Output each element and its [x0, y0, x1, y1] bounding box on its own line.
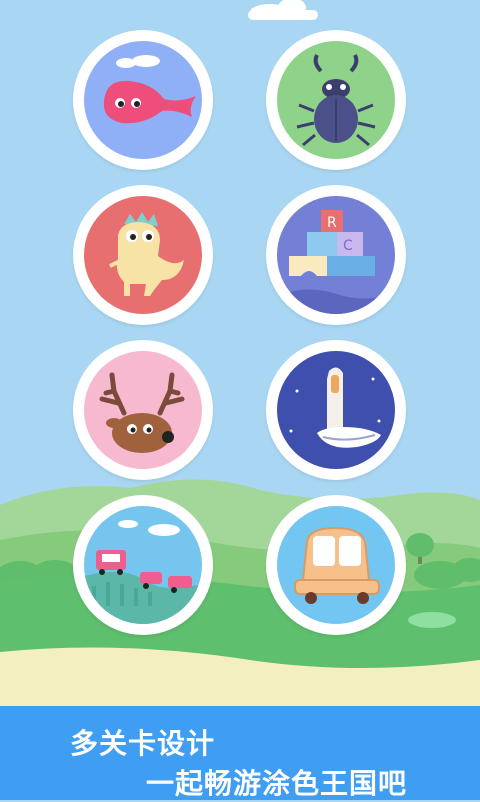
landscape-illustration [0, 0, 480, 706]
background-scene: R C [0, 0, 480, 706]
beetle-icon [296, 54, 376, 147]
roller-coaster-icon [84, 520, 202, 624]
whale-icon [103, 55, 196, 124]
level-roller-coaster-button[interactable] [73, 495, 213, 635]
banner-line2: 一起畅游涂色王国吧 [146, 767, 408, 800]
banner-line1: 多关卡设计 [70, 727, 216, 760]
level-blocks-button[interactable]: R C [266, 185, 406, 325]
blocks-icon: R C [277, 210, 395, 314]
level-deer-button[interactable] [73, 340, 213, 480]
level-beetle-button[interactable] [266, 30, 406, 170]
level-rocket-button[interactable] [266, 340, 406, 480]
dinosaur-icon [109, 212, 184, 296]
car-icon [294, 526, 380, 604]
level-whale-button[interactable] [73, 30, 213, 170]
level-dinosaur-button[interactable] [73, 185, 213, 325]
level-car-button[interactable] [266, 495, 406, 635]
svg-text:C: C [343, 238, 353, 254]
deer-icon [99, 372, 185, 453]
rocket-icon [289, 367, 381, 448]
svg-text:R: R [327, 215, 337, 231]
